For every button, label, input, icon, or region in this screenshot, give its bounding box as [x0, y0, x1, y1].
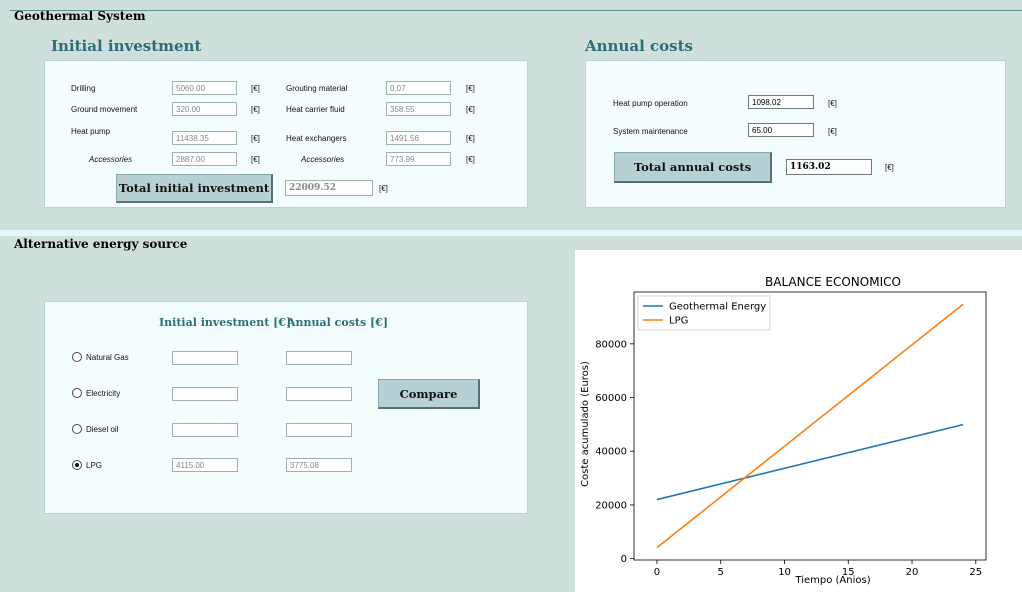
- heat-carrier-fluid-label: Heat carrier fluid: [286, 105, 345, 114]
- drilling-field[interactable]: 5060.00: [172, 81, 237, 95]
- y-tick-label: 20000: [595, 500, 627, 511]
- x-tick-label: 20: [906, 567, 919, 578]
- balance-chart: BALANCE ECONOMICO 0 5 10 15 20 25 0 20000 40000 6…: [575, 250, 1022, 592]
- drilling-label: Drilling: [71, 84, 96, 93]
- heat-pump-operation-unit: [€]: [828, 99, 837, 108]
- section-divider-line: [10, 10, 1022, 11]
- natural-gas-annual-field[interactable]: [286, 351, 352, 365]
- grouting-material-unit: [€]: [466, 84, 475, 93]
- ground-movement-field[interactable]: 320.00: [172, 102, 237, 116]
- section-separator: [0, 230, 1022, 236]
- ground-movement-unit: [€]: [251, 105, 260, 114]
- exchangers-accessories-unit: [€]: [466, 155, 475, 164]
- alternative-panel: Initial investment [€] Annual costs [€] …: [44, 301, 528, 514]
- diesel-oil-investment-field[interactable]: [172, 423, 238, 437]
- heat-carrier-fluid-field[interactable]: 358.55: [386, 102, 451, 116]
- y-tick-label: 0: [621, 554, 627, 565]
- electricity-annual-field[interactable]: [286, 387, 352, 401]
- annual-costs-title: Annual costs: [585, 37, 693, 55]
- y-tick-label: 80000: [595, 339, 627, 350]
- grouting-material-label: Grouting material: [286, 84, 348, 93]
- heat-exchangers-field[interactable]: 1491.56: [386, 131, 451, 145]
- radio-selected-dot: [75, 463, 79, 467]
- lpg-investment-field[interactable]: 4115.00: [172, 458, 238, 472]
- system-maintenance-unit: [€]: [828, 127, 837, 136]
- heat-pump-operation-label: Heat pump operation: [613, 99, 688, 108]
- electricity-investment-field[interactable]: [172, 387, 238, 401]
- lpg-radio[interactable]: [72, 460, 82, 470]
- total-initial-investment-unit: [€]: [379, 184, 388, 193]
- diesel-oil-annual-field[interactable]: [286, 423, 352, 437]
- balance-chart-svg: BALANCE ECONOMICO 0 5 10 15 20 25020000400006…: [580, 275, 987, 586]
- total-annual-costs-button[interactable]: Total annual costs: [614, 152, 772, 183]
- y-tick-label: 60000: [595, 393, 627, 404]
- series-line-lpg: [656, 303, 964, 549]
- grouting-material-field[interactable]: 0.07: [386, 81, 451, 95]
- exchangers-accessories-label: Accessories: [301, 155, 345, 164]
- geothermal-section-title: Geothermal System: [14, 9, 146, 23]
- annual-costs-column-header: Annual costs [€]: [287, 316, 389, 329]
- exchangers-accessories-field[interactable]: 773.99: [386, 152, 451, 166]
- chart-x-axis-label: Tiempo (Anios): [794, 575, 870, 586]
- heat-pump-operation-field[interactable]: 1098.02: [748, 95, 814, 109]
- x-tick-label: 25: [969, 567, 982, 578]
- electricity-label: Electricity: [86, 389, 121, 398]
- x-tick-label: 10: [778, 567, 791, 578]
- total-annual-costs-field[interactable]: 1163.02: [786, 159, 872, 175]
- heat-pump-field[interactable]: 11438.35: [172, 131, 237, 145]
- drilling-unit: [€]: [251, 84, 260, 93]
- alternative-section-title: Alternative energy source: [14, 237, 188, 251]
- natural-gas-radio[interactable]: [72, 352, 82, 362]
- heat-pump-accessories-unit: [€]: [251, 155, 260, 164]
- legend-label: Geothermal Energy: [669, 302, 766, 313]
- x-tick-label: 5: [718, 567, 724, 578]
- heat-pump-accessories-field[interactable]: 2887.00: [172, 152, 237, 166]
- initial-investment-column-header: Initial investment [€]: [159, 316, 292, 329]
- series-line-geothermal: [656, 423, 964, 501]
- electricity-radio[interactable]: [72, 388, 82, 398]
- y-tick-label: 40000: [595, 447, 627, 458]
- natural-gas-label: Natural Gas: [86, 353, 129, 362]
- compare-button[interactable]: Compare: [378, 379, 480, 409]
- x-tick-label: 0: [654, 567, 660, 578]
- lpg-label: LPG: [86, 461, 103, 470]
- diesel-oil-label: Diesel oil: [86, 425, 119, 434]
- initial-investment-panel: Drilling 5060.00 [€] Ground movement 320…: [44, 60, 528, 208]
- heat-pump-unit: [€]: [251, 134, 260, 143]
- heat-pump-label: Heat pump: [71, 127, 111, 136]
- annual-costs-panel: Heat pump operation 1098.02 [€] System m…: [585, 60, 1006, 208]
- chart-y-axis-label: Coste acumulado (Euros): [580, 361, 591, 487]
- legend-label: LPG: [669, 316, 688, 327]
- ground-movement-label: Ground movement: [71, 105, 138, 114]
- total-initial-investment-button[interactable]: Total initial investment: [116, 174, 273, 203]
- system-maintenance-label: System maintenance: [613, 127, 688, 136]
- chart-legend: Geothermal Energy LPG: [637, 295, 771, 331]
- total-annual-costs-unit: [€]: [885, 163, 894, 172]
- system-maintenance-field[interactable]: 65.00: [748, 123, 814, 137]
- heat-exchangers-unit: [€]: [466, 134, 475, 143]
- initial-investment-title: Initial investment: [51, 37, 202, 55]
- heat-pump-accessories-label: Accessories: [89, 155, 133, 164]
- heat-exchangers-label: Heat exchangers: [286, 134, 347, 143]
- heat-carrier-fluid-unit: [€]: [466, 105, 475, 114]
- chart-title: BALANCE ECONOMICO: [765, 275, 901, 289]
- lpg-annual-field[interactable]: 3775.08: [286, 458, 352, 472]
- total-initial-investment-field[interactable]: 22009.52: [285, 180, 373, 196]
- natural-gas-investment-field[interactable]: [172, 351, 238, 365]
- diesel-oil-radio[interactable]: [72, 424, 82, 434]
